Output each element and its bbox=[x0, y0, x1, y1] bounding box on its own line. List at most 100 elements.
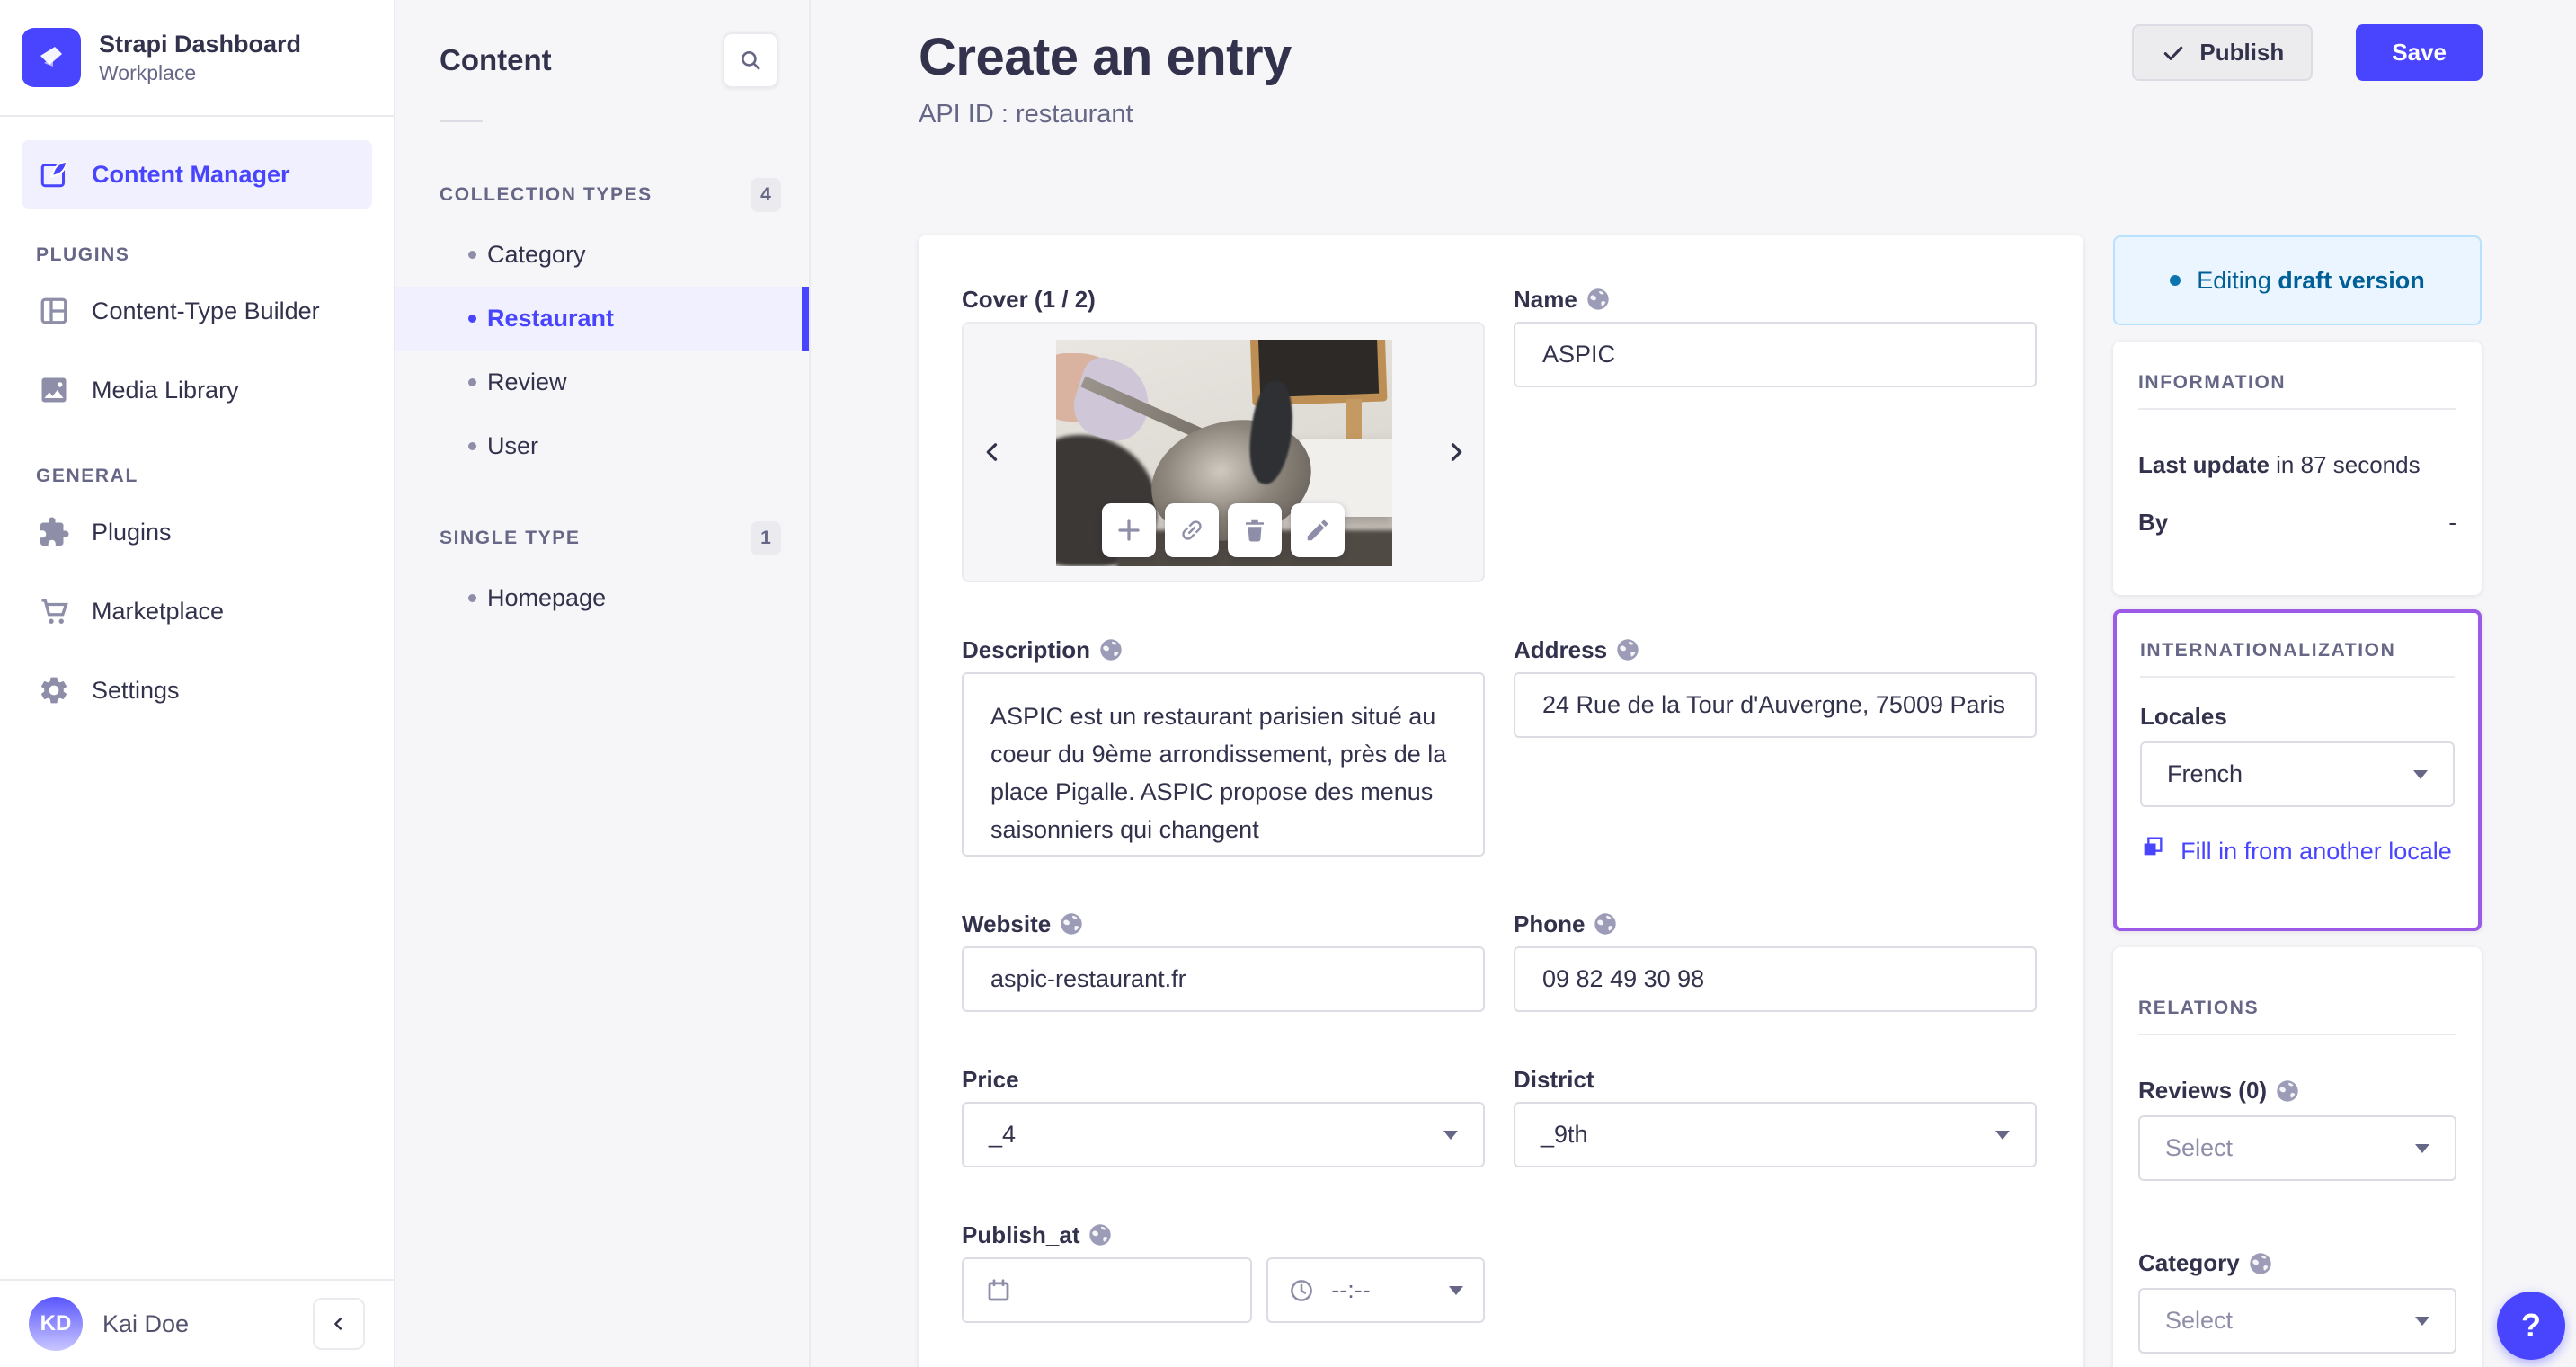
district-select[interactable]: _9th bbox=[1514, 1102, 2037, 1167]
sidebar-item-content-manager[interactable]: Content Manager bbox=[22, 140, 372, 209]
copy-link-button[interactable] bbox=[1165, 503, 1219, 557]
field-price: Price _4 bbox=[962, 1066, 1485, 1167]
help-button[interactable]: ? bbox=[2497, 1292, 2565, 1360]
subnav-title: Content bbox=[440, 43, 552, 76]
bullet-icon bbox=[468, 442, 476, 450]
price-select[interactable]: _4 bbox=[962, 1102, 1485, 1167]
carousel-next-button[interactable] bbox=[1438, 434, 1474, 470]
carousel-prev-button[interactable] bbox=[974, 434, 1010, 470]
draft-status-banner: Editing draft version bbox=[2113, 235, 2482, 325]
field-address: Address bbox=[1514, 636, 2037, 857]
locales-label: Locales bbox=[2140, 703, 2227, 730]
category-select[interactable]: Select bbox=[2138, 1288, 2456, 1354]
field-phone: Phone bbox=[1514, 910, 2037, 1012]
time-placeholder: --:-- bbox=[1331, 1276, 1371, 1303]
name-input[interactable] bbox=[1514, 322, 2037, 387]
bullet-icon bbox=[468, 594, 476, 602]
group-label-single-type: SINGLE TYPE bbox=[440, 528, 581, 548]
sidebar-item-plugins[interactable]: Plugins bbox=[22, 493, 372, 572]
time-picker-input[interactable]: --:-- bbox=[1266, 1257, 1485, 1323]
clock-icon bbox=[1291, 1279, 1313, 1301]
subnav-item-review[interactable]: Review bbox=[395, 351, 809, 414]
globe-icon bbox=[1061, 913, 1082, 935]
field-description: Description ASPIC est un restaurant pari… bbox=[962, 636, 1485, 857]
chevron-left-icon bbox=[986, 443, 998, 461]
relations-panel: RELATIONS Reviews (0) Select Category Se… bbox=[2113, 947, 2482, 1367]
subnav-item-homepage[interactable]: Homepage bbox=[395, 566, 809, 630]
add-asset-button[interactable] bbox=[1102, 503, 1156, 557]
sidebar-item-content-type-builder[interactable]: Content-Type Builder bbox=[22, 271, 372, 351]
globe-icon bbox=[2277, 1079, 2298, 1102]
layout-icon bbox=[36, 293, 72, 329]
bullet-icon bbox=[468, 315, 476, 323]
globe-icon bbox=[1089, 1224, 1112, 1246]
sidebar-item-media-library[interactable]: Media Library bbox=[22, 351, 372, 430]
information-title: INFORMATION bbox=[2138, 372, 2287, 393]
relations-title: RELATIONS bbox=[2138, 998, 2260, 1018]
globe-icon bbox=[1617, 639, 1639, 661]
edit-asset-button[interactable] bbox=[1291, 503, 1345, 557]
globe-icon bbox=[2250, 1252, 2271, 1274]
copy-icon bbox=[2144, 837, 2163, 856]
check-icon bbox=[2164, 46, 2183, 60]
sidebar-item-marketplace[interactable]: Marketplace bbox=[22, 572, 372, 651]
fill-from-locale-link[interactable]: Fill in from another locale bbox=[2140, 834, 2455, 868]
content-manager-icon bbox=[36, 156, 72, 192]
chevron-down-icon bbox=[1443, 1130, 1458, 1140]
sidebar-item-label: Media Library bbox=[92, 376, 239, 404]
workspace-brand[interactable]: Strapi Dashboard Workplace bbox=[0, 0, 394, 117]
calendar-icon bbox=[988, 1278, 1009, 1300]
strapi-logo-icon bbox=[22, 28, 81, 87]
content-subnav: Content COLLECTION TYPES 4 Category Rest… bbox=[395, 0, 811, 1367]
phone-input[interactable] bbox=[1514, 946, 2037, 1012]
publish-button[interactable]: Publish bbox=[2132, 24, 2314, 81]
pencil-icon bbox=[1307, 519, 1328, 541]
link-icon bbox=[1182, 520, 1202, 540]
collection-types-count: 4 bbox=[751, 178, 781, 212]
search-button[interactable] bbox=[723, 32, 778, 88]
cover-carousel bbox=[962, 322, 1485, 582]
information-panel: INFORMATION Last update in 87 seconds By… bbox=[2113, 342, 2482, 595]
sidebar-item-label: Marketplace bbox=[92, 597, 225, 625]
plus-icon bbox=[1118, 519, 1140, 541]
save-button[interactable]: Save bbox=[2356, 24, 2483, 81]
chevron-down-icon bbox=[1995, 1130, 2010, 1140]
chevron-down-icon bbox=[2413, 769, 2428, 779]
subnav-divider bbox=[440, 120, 483, 122]
divider bbox=[2138, 1034, 2456, 1035]
date-picker-input[interactable] bbox=[962, 1257, 1253, 1323]
api-id-subtitle: API ID : restaurant bbox=[919, 100, 1133, 129]
sidebar-item-label: Content-Type Builder bbox=[92, 297, 320, 324]
address-input[interactable] bbox=[1514, 672, 2037, 738]
field-name: Name bbox=[1514, 286, 2037, 582]
single-type-count: 1 bbox=[751, 521, 781, 555]
field-cover: Cover (1 / 2) bbox=[962, 286, 1485, 582]
sidebar-item-label: Content Manager bbox=[92, 160, 290, 188]
globe-icon bbox=[1100, 639, 1122, 661]
app-subtitle: Workplace bbox=[99, 61, 197, 84]
field-district: District _9th bbox=[1514, 1066, 2037, 1167]
delete-asset-button[interactable] bbox=[1228, 503, 1282, 557]
subnav-item-category[interactable]: Category bbox=[395, 223, 809, 287]
divider bbox=[2138, 408, 2456, 410]
description-textarea[interactable]: ASPIC est un restaurant parisien situé a… bbox=[962, 672, 1485, 857]
field-website: Website bbox=[962, 910, 1485, 1012]
picture-icon bbox=[36, 372, 72, 408]
sidebar-item-settings[interactable]: Settings bbox=[22, 651, 372, 730]
trash-icon bbox=[1246, 519, 1264, 542]
collapse-sidebar-button[interactable] bbox=[313, 1298, 365, 1350]
chevron-down-icon bbox=[2415, 1316, 2429, 1326]
locale-select[interactable]: French bbox=[2140, 741, 2455, 807]
chevron-right-icon bbox=[1451, 443, 1462, 461]
strapi-dashboard: Strapi Dashboard Workplace Content Manag… bbox=[0, 0, 2576, 1367]
category-label: Category bbox=[2138, 1249, 2456, 1277]
website-input[interactable] bbox=[962, 946, 1485, 1012]
subnav-item-restaurant[interactable]: Restaurant bbox=[395, 287, 809, 351]
chevron-left-icon bbox=[334, 1318, 342, 1330]
reviews-label: Reviews (0) bbox=[2138, 1077, 2456, 1105]
reviews-select[interactable]: Select bbox=[2138, 1115, 2456, 1181]
internationalization-panel: INTERNATIONALIZATION Locales French Fill… bbox=[2113, 609, 2482, 931]
cover-photo-actions bbox=[1102, 503, 1345, 557]
subnav-item-user[interactable]: User bbox=[395, 414, 809, 478]
nav-section-general: GENERAL bbox=[36, 466, 138, 486]
